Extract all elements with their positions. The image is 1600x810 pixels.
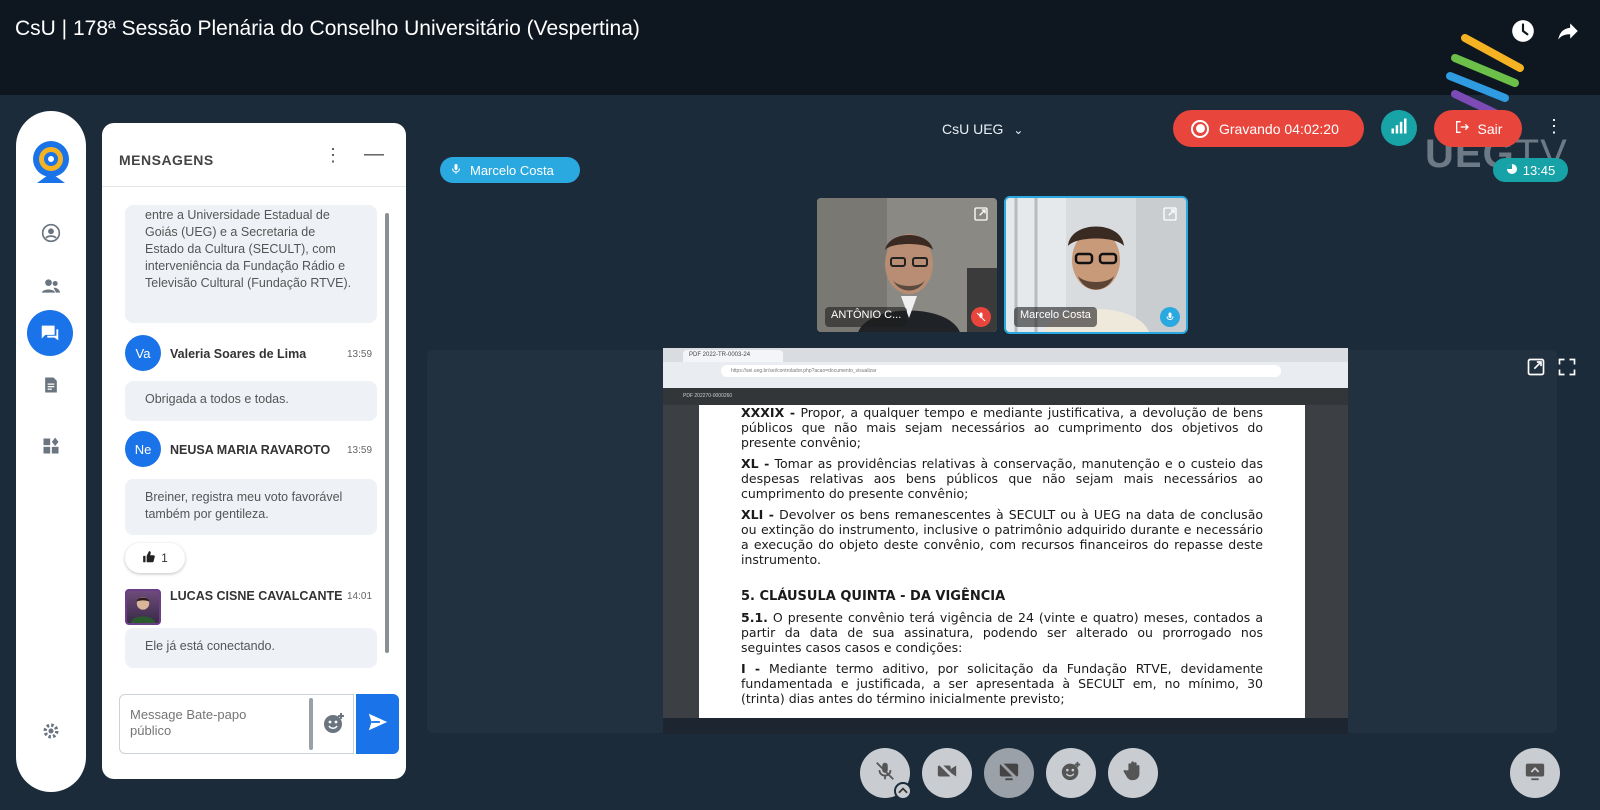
avatar: Ne — [125, 431, 161, 467]
camera-toggle-button[interactable] — [922, 748, 972, 798]
microphone-off-icon — [874, 760, 896, 787]
emoji-icon[interactable] — [322, 711, 348, 737]
video-title: CsU | 178ª Sessão Plenária do Conselho U… — [15, 17, 640, 40]
browser-chrome: PDF 2022-TR-0003-24 https://sei.ueg.br/s… — [663, 348, 1348, 388]
pdf-heading: 5. CLÁUSULA QUINTA - DA VIGÊNCIA — [741, 589, 1006, 604]
pdf-paragraph: XLI - Devolver os bens remanescentes à S… — [741, 507, 1263, 567]
exit-button[interactable]: Sair — [1434, 110, 1522, 147]
microphone-icon — [450, 163, 462, 178]
participant-name: Marcelo Costa — [1014, 307, 1097, 327]
send-button[interactable] — [356, 694, 399, 754]
avatar: Va — [125, 335, 161, 371]
layout-button[interactable] — [1510, 748, 1560, 798]
clock-time: 13:45 — [1522, 162, 1556, 178]
raise-hand-button[interactable] — [1108, 748, 1158, 798]
avatar — [125, 589, 161, 625]
chevron-up-icon[interactable] — [894, 782, 912, 800]
chat-message-text: Breiner, registra meu voto favorável tam… — [125, 479, 377, 535]
chat-title: MENSAGENS — [119, 152, 214, 168]
clock-badge: 13:45 — [1493, 158, 1568, 182]
popout-icon[interactable] — [1162, 206, 1178, 222]
active-speaker-name: Marcelo Costa — [470, 162, 554, 178]
reaction-count: 1 — [161, 551, 168, 565]
chat-sender: Valeria Soares de Lima — [170, 347, 307, 361]
chat-scrollbar[interactable] — [385, 213, 389, 653]
chat-menu-icon[interactable]: ⋮ — [324, 145, 342, 166]
chat-message-text: Ele já está conectando. — [125, 628, 377, 668]
chat-message-text: entre a Universidade Estadual de Goiás (… — [125, 205, 377, 323]
chat-time: 13:59 — [347, 445, 373, 456]
pdf-paragraph: I - Mediante termo aditivo, por solicita… — [741, 661, 1263, 706]
settings-icon[interactable] — [36, 716, 66, 746]
notes-icon[interactable] — [36, 370, 66, 400]
chat-time: 13:59 — [347, 349, 373, 360]
participant-tile[interactable]: Marcelo Costa — [1004, 196, 1188, 334]
popout-icon[interactable] — [1526, 357, 1546, 377]
reactions-button[interactable] — [1046, 748, 1096, 798]
browser-url[interactable]: https://sei.ueg.br/sei/controlador.php?a… — [721, 365, 1281, 377]
send-icon — [367, 711, 389, 738]
participant-name: ANTÔNIO C... — [825, 307, 908, 327]
shared-screen: PDF 2022-TR-0003-24 https://sei.ueg.br/s… — [663, 348, 1348, 734]
thumbs-up-icon — [142, 550, 156, 567]
apps-icon[interactable] — [36, 431, 66, 461]
clock-icon — [1506, 163, 1518, 178]
screenshare-toggle-button[interactable] — [984, 748, 1034, 798]
browser-tab-strip: PDF 2022-TR-0003-24 — [663, 348, 1348, 362]
chat-minimize-icon[interactable]: — — [364, 143, 384, 166]
fullscreen-icon[interactable] — [1557, 357, 1577, 377]
chat-message-text: Obrigada a todos e todas. — [125, 381, 377, 421]
more-options-icon[interactable]: ⋮ — [1545, 116, 1563, 137]
participant-tile[interactable]: ANTÔNIO C... — [815, 196, 999, 334]
emoji-icon — [1060, 760, 1082, 787]
microphone-toggle-button[interactable] — [860, 748, 912, 800]
browser-tab[interactable]: PDF 2022-TR-0003-24 — [683, 350, 783, 362]
chat-input[interactable] — [130, 707, 290, 747]
reaction-badge[interactable]: 1 — [125, 543, 185, 573]
app-logo-icon — [29, 139, 73, 189]
camera-off-icon — [936, 760, 958, 787]
recording-label: Gravando 04:02:20 — [1219, 120, 1339, 137]
popout-icon[interactable] — [973, 206, 989, 222]
exit-label: Sair — [1477, 120, 1503, 137]
record-icon — [1191, 119, 1209, 138]
microphone-muted-icon — [971, 307, 991, 327]
microphone-icon — [1160, 307, 1180, 327]
video-title-bar: CsU | 178ª Sessão Plenária do Conselho U… — [0, 0, 1600, 95]
chevron-down-icon: ⌄ — [1013, 123, 1024, 137]
chat-sender: NEUSA MARIA RAVAROTO — [170, 443, 331, 457]
pdf-paragraph: 5.1. O presente convênio terá vigência d… — [741, 610, 1263, 655]
participants-icon[interactable] — [36, 271, 66, 301]
left-rail — [16, 111, 86, 792]
chat-time: 14:01 — [347, 591, 373, 602]
pdf-toolbar: PDF 202270-0000260 — [663, 388, 1348, 405]
connection-status-button[interactable] — [1381, 110, 1417, 146]
pdf-page: XXXIX - Propor, a qualquer tempo e media… — [699, 405, 1305, 725]
chat-panel: MENSAGENS ⋮ — entre a Universidade Estad… — [102, 123, 406, 779]
input-divider — [309, 698, 313, 750]
presentation-icon — [1524, 760, 1546, 787]
exit-icon — [1454, 119, 1470, 138]
signal-icon — [1389, 116, 1409, 141]
chat-header: MENSAGENS ⋮ — — [102, 123, 406, 187]
active-speaker-badge: Marcelo Costa — [440, 157, 580, 183]
screenshare-off-icon — [998, 760, 1020, 787]
chat-icon[interactable] — [27, 310, 73, 356]
pdf-paragraph: XXXIX - Propor, a qualquer tempo e media… — [741, 405, 1263, 450]
pdf-paragraph: XL - Tomar as providências relativas à c… — [741, 456, 1263, 501]
os-taskbar — [663, 718, 1348, 734]
room-name: CsU UEG — [942, 121, 1004, 137]
chat-input-box — [119, 694, 354, 754]
profile-icon[interactable] — [36, 218, 66, 248]
hand-icon — [1122, 760, 1144, 787]
room-selector[interactable]: CsU UEG ⌄ — [942, 121, 1023, 137]
recording-button[interactable]: Gravando 04:02:20 — [1173, 110, 1364, 147]
chat-sender: LUCAS CISNE CAVALCANTE — [170, 589, 343, 603]
